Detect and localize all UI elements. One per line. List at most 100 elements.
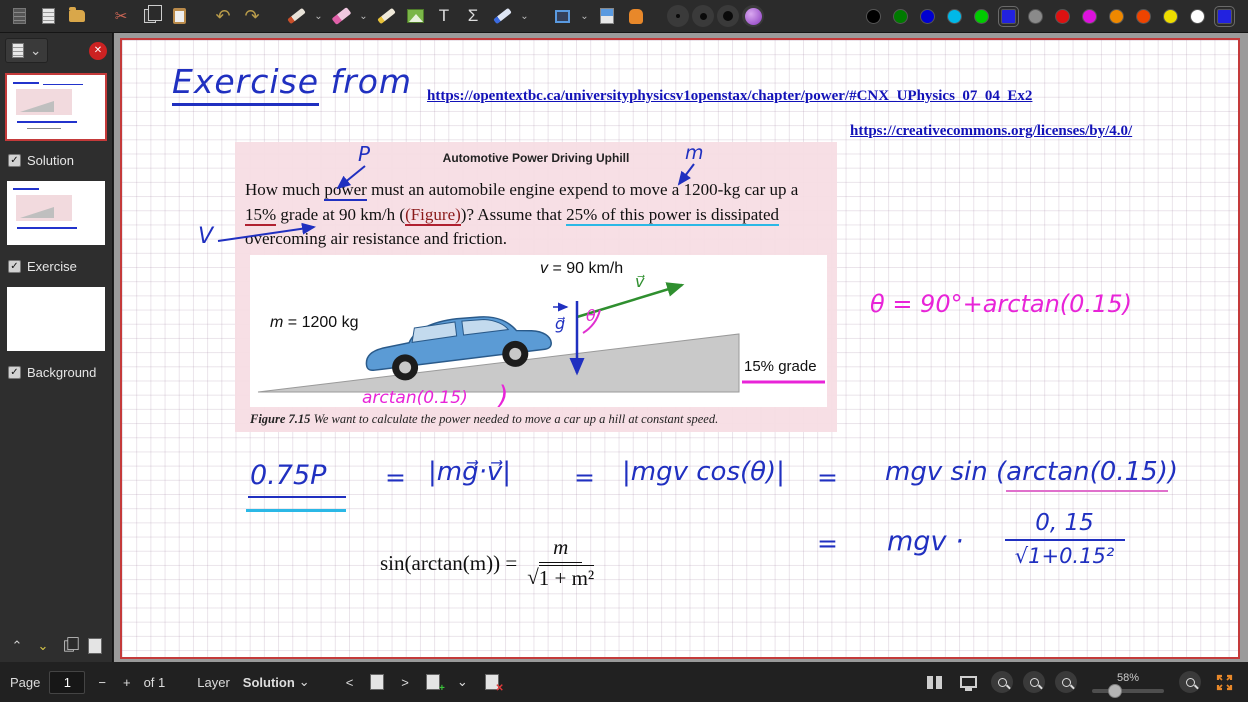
duplicate-layer-button[interactable]	[57, 635, 81, 657]
color-swatch-10[interactable]	[1136, 9, 1151, 24]
color-swatch-9[interactable]	[1109, 9, 1124, 24]
page-decrement-button[interactable]: −	[94, 673, 110, 692]
color-swatch-13[interactable]	[1217, 9, 1232, 24]
layer-preview-button[interactable]	[366, 672, 388, 692]
paste-button[interactable]	[166, 3, 192, 29]
zoom-100-button[interactable]	[1023, 671, 1045, 693]
page-increment-button[interactable]: +	[119, 673, 135, 692]
pen-tool-button[interactable]	[283, 3, 309, 29]
merge-layer-button[interactable]	[83, 635, 107, 657]
color-swatch-0[interactable]	[866, 9, 881, 24]
cut-button[interactable]: ✂	[108, 3, 134, 29]
presentation-mode-button[interactable]	[956, 674, 981, 690]
copy-button[interactable]	[137, 3, 163, 29]
incline-figure-svg: v = 90 km/h m = 1200 kg 15% grade g⃗ v⃗ …	[250, 255, 827, 407]
color-swatch-5[interactable]	[1001, 9, 1016, 24]
save-button[interactable]	[6, 3, 32, 29]
prev-layer-button[interactable]: <	[342, 673, 358, 692]
undo-button[interactable]: ↶	[210, 3, 236, 29]
zoom-in-icon	[1186, 678, 1195, 687]
layer-visibility-checkbox[interactable]: ✓	[8, 260, 21, 273]
select-options-chevron[interactable]: ⌄	[578, 3, 591, 29]
next-layer-button[interactable]: >	[397, 673, 413, 692]
arctan-note-ink: arctan(0.15)	[362, 388, 468, 407]
color-picker-icon	[745, 8, 762, 25]
move-layer-down-button[interactable]: ⌄	[31, 635, 55, 657]
color-swatch-7[interactable]	[1055, 9, 1070, 24]
thickness-thick-button[interactable]	[717, 5, 739, 27]
open-document-button[interactable]	[64, 3, 90, 29]
color-swatch-6[interactable]	[1028, 9, 1043, 24]
sidebar-close-button[interactable]: ✕	[89, 42, 107, 60]
note-v-label: V	[198, 224, 213, 249]
add-layer-button[interactable]: +	[422, 672, 444, 692]
highlighter-tool-button[interactable]	[328, 3, 354, 29]
note-p-label: P	[358, 142, 370, 166]
layer-visibility-checkbox[interactable]: ✓	[8, 366, 21, 379]
color-swatch-12[interactable]	[1190, 9, 1205, 24]
sidebar-header: ⌄ ✕	[0, 33, 112, 63]
zoom-in-button[interactable]	[1179, 671, 1201, 693]
color-picker-button[interactable]	[742, 5, 764, 27]
theta-label: θ	[586, 306, 596, 325]
move-layer-up-button[interactable]: ⌃	[5, 635, 29, 657]
text-tool-button[interactable]: T	[431, 3, 457, 29]
image-tool-button[interactable]	[402, 3, 428, 29]
color-swatch-2[interactable]	[920, 9, 935, 24]
eq-term-dot-product: |mg⃗·v⃗|	[428, 457, 511, 487]
figure-caption: Figure 7.15 We want to calculate the pow…	[250, 412, 830, 427]
math-tex-tool-button[interactable]: Σ	[460, 3, 486, 29]
zoom-100-icon	[1030, 678, 1039, 687]
color-swatch-4[interactable]	[974, 9, 989, 24]
zoom-slider[interactable]	[1092, 689, 1164, 693]
g-vector-label: g⃗	[555, 314, 565, 333]
page-preview-thumbnail[interactable]	[7, 75, 105, 139]
eraser-tool-button[interactable]	[373, 3, 399, 29]
save-icon	[13, 8, 26, 24]
layer-row-background[interactable]: ✓ Background	[0, 363, 112, 381]
select-rect-button[interactable]	[549, 3, 575, 29]
add-layer-chevron[interactable]: ⌄	[453, 672, 472, 692]
thickness-medium-button[interactable]	[692, 5, 714, 27]
highlighter-options-chevron[interactable]: ⌄	[357, 3, 370, 29]
typeset-identity: sin(arctan(m)) = m √1 + m²	[380, 535, 594, 591]
vertical-space-icon	[600, 8, 614, 24]
thickness-fine-button[interactable]	[667, 5, 689, 27]
layer-select-dropdown[interactable]: Solution⌄	[239, 672, 314, 692]
notebook-page[interactable]: Exercise from https://opentextbc.ca/univ…	[120, 38, 1240, 659]
dual-page-view-button[interactable]	[923, 674, 946, 691]
layer-row-exercise[interactable]: ✓ Exercise	[0, 257, 112, 275]
layer-thumbnail-solution[interactable]	[7, 181, 105, 245]
identity-numerator: m	[539, 535, 582, 563]
shape-recognizer-icon	[493, 8, 512, 24]
zoom-slider-knob[interactable]	[1108, 684, 1122, 698]
zoom-out-button[interactable]	[1055, 671, 1077, 693]
pen-icon	[287, 8, 306, 24]
color-swatch-3[interactable]	[947, 9, 962, 24]
color-swatch-8[interactable]	[1082, 9, 1097, 24]
hand-tool-button[interactable]	[623, 3, 649, 29]
layer-row-solution[interactable]: ✓ Solution	[0, 151, 112, 169]
color-swatch-1[interactable]	[893, 9, 908, 24]
radical-sign: √	[527, 565, 539, 590]
fullscreen-button[interactable]	[1211, 671, 1238, 694]
eq-term-cos: |mgv cos(θ)|	[622, 457, 785, 487]
new-document-button[interactable]	[35, 3, 61, 29]
page-number-input[interactable]	[49, 671, 85, 694]
zoom-fit-button[interactable]	[991, 671, 1013, 693]
eq-term-mgv: mgv ·	[887, 526, 964, 557]
image-icon	[407, 9, 424, 23]
shape-recognizer-button[interactable]	[489, 3, 515, 29]
pen-options-chevron[interactable]: ⌄	[312, 3, 325, 29]
layer-visibility-checkbox[interactable]: ✓	[8, 154, 21, 167]
delete-layer-button[interactable]: ✕	[481, 672, 503, 692]
color-swatch-11[interactable]	[1163, 9, 1178, 24]
redo-button[interactable]: ↷	[239, 3, 265, 29]
vertical-space-button[interactable]	[594, 3, 620, 29]
layer-thumbnail-exercise[interactable]	[7, 287, 105, 351]
fraction-denominator: √1+0.15²	[982, 541, 1147, 568]
xournal-app: ✂ ↶ ↷ ⌄ ⌄ T Σ ⌄ ⌄ ⌄ ✕	[0, 0, 1248, 702]
shape-options-chevron[interactable]: ⌄	[518, 3, 531, 29]
sidebar-tab-selector[interactable]: ⌄	[5, 38, 48, 63]
chevron-down-icon: ⌄	[580, 11, 588, 22]
